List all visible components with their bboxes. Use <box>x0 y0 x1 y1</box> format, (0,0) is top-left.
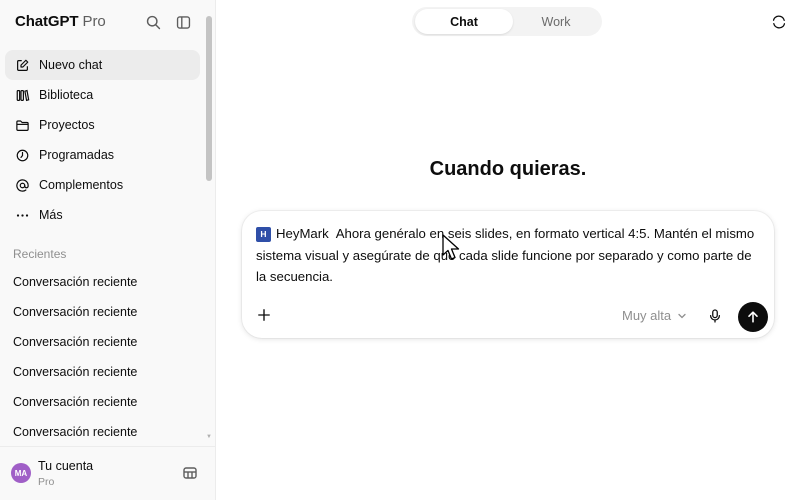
apps-icon[interactable] <box>182 465 198 481</box>
prompt-text: Ahora genéralo en seis slides, en format… <box>256 226 755 284</box>
sidebar-item-biblioteca[interactable]: Biblioteca <box>5 80 200 110</box>
sidebar-item-programadas[interactable]: Programadas <box>5 140 200 170</box>
more-icon <box>14 207 30 223</box>
composer: H HeyMark Ahora genéralo en seis slides, … <box>242 211 774 338</box>
page-title: Cuando quieras. <box>429 158 587 180</box>
sidebar-item-proyectos[interactable]: Proyectos <box>5 110 200 140</box>
scroll-down-arrow-icon[interactable]: ▼ <box>206 434 212 440</box>
sidebar-header: ChatGPT Pro <box>0 0 216 44</box>
sidebar-item-label: Nuevo chat <box>39 58 103 72</box>
recent-conversation[interactable]: Conversación reciente <box>5 267 200 297</box>
prompt-input[interactable]: H HeyMark Ahora genéralo en seis slides, … <box>256 223 764 288</box>
clock-icon <box>14 147 30 163</box>
sidebar-item-label: Complementos <box>39 178 124 192</box>
account-plan: Pro <box>38 476 55 488</box>
sidebar-scrollbar[interactable]: ▼ <box>206 12 212 440</box>
tab-chat[interactable]: Chat <box>415 9 513 34</box>
at-icon <box>14 177 30 193</box>
sidebar-item-nuevo-chat[interactable]: Nuevo chat <box>5 50 200 80</box>
chevron-down-icon <box>678 313 686 318</box>
sidebar-item-label: Programadas <box>39 148 115 162</box>
sidebar-item-label: Biblioteca <box>39 88 94 102</box>
mention-name: HeyMark <box>276 226 329 241</box>
sidebar-item-label: Más <box>39 208 63 222</box>
temporary-chat-icon[interactable] <box>769 12 789 32</box>
arrow-up-icon <box>748 311 758 323</box>
microphone-button[interactable] <box>705 306 725 326</box>
send-button[interactable] <box>738 302 768 332</box>
edit-icon <box>14 57 30 73</box>
search-icon[interactable] <box>143 12 163 32</box>
brand-name: ChatGPT <box>15 13 79 30</box>
tab-work[interactable]: Work <box>513 9 599 34</box>
mode-toggle: Chat Work <box>412 7 602 36</box>
sidebar-toggle-icon[interactable] <box>173 12 193 32</box>
brand-suffix: Pro <box>82 13 106 30</box>
recent-conversation[interactable]: Conversación reciente <box>5 297 200 327</box>
recent-conversation[interactable]: Conversación reciente <box>5 417 200 447</box>
avatar: MA <box>11 463 31 483</box>
library-icon <box>14 87 30 103</box>
recent-conversation[interactable]: Conversación reciente <box>5 387 200 417</box>
account-menu[interactable]: MA Tu cuenta Pro <box>0 446 216 500</box>
recent-conversation[interactable]: Conversación reciente <box>5 327 200 357</box>
account-name: Tu cuenta <box>38 459 94 473</box>
recents-list: Conversación reciente Conversación recie… <box>5 267 200 447</box>
main-area: Chat Work Cuando quieras. H HeyMark Ahora… <box>216 0 800 500</box>
recent-conversation[interactable]: Conversación reciente <box>5 357 200 387</box>
sidebar-nav: Nuevo chat Biblioteca Proyectos Programa… <box>5 50 200 230</box>
mention-badge: H <box>256 227 271 242</box>
sidebar: ChatGPT Pro Nuevo chat Biblioteca Proyec… <box>0 0 216 500</box>
brand-logo[interactable]: ChatGPT Pro <box>15 13 106 30</box>
effort-label: Muy alta <box>622 308 672 323</box>
scroll-thumb[interactable] <box>206 16 212 181</box>
folder-icon <box>14 117 30 133</box>
sidebar-item-complementos[interactable]: Complementos <box>5 170 200 200</box>
attach-button[interactable] <box>254 305 274 325</box>
microphone-icon <box>709 309 721 323</box>
sidebar-item-label: Proyectos <box>39 118 95 132</box>
recents-title: Recientes <box>13 247 67 261</box>
effort-selector[interactable]: Muy alta <box>622 308 687 323</box>
sidebar-item-mas[interactable]: Más <box>5 200 200 230</box>
